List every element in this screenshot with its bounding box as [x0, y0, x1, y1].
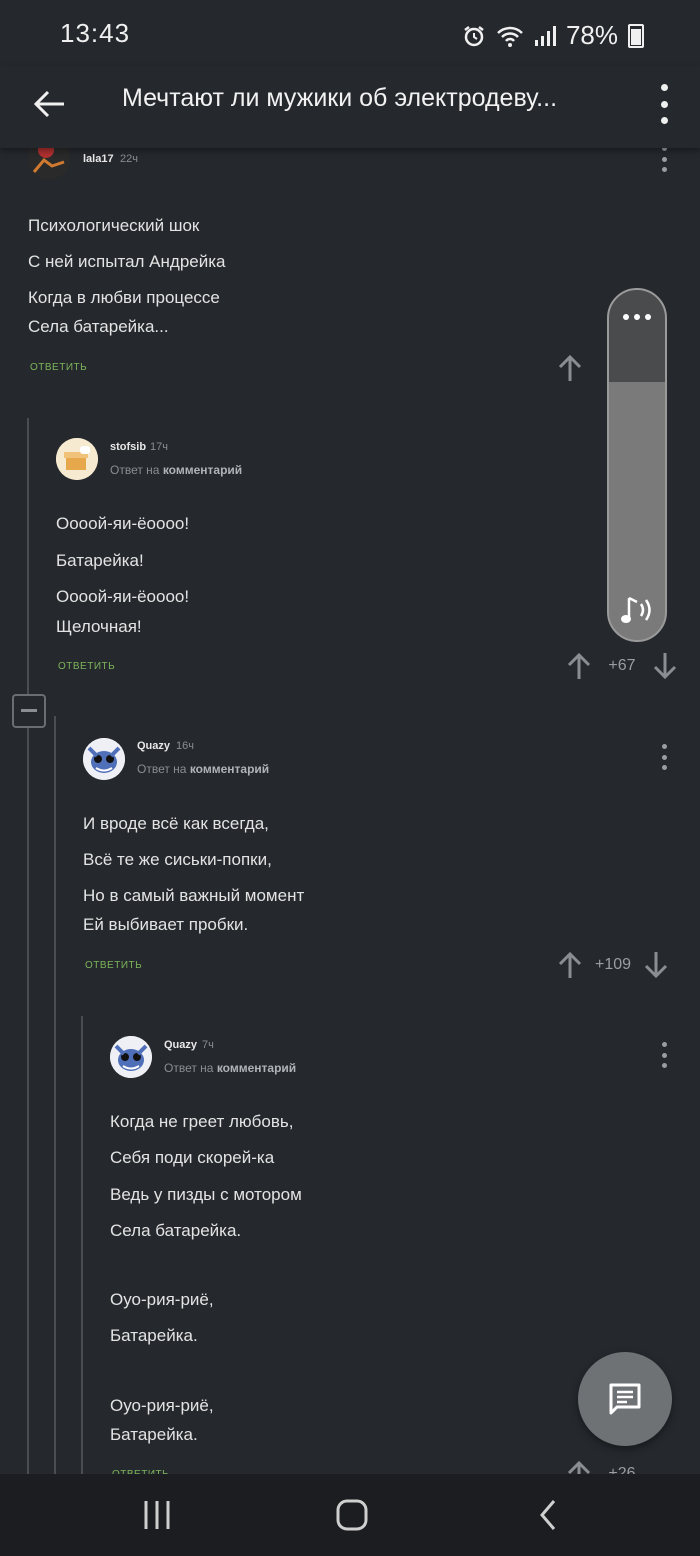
comment-menu-button[interactable]	[660, 1042, 668, 1068]
status-icons: 78%	[462, 20, 644, 51]
comment-line: Всё те же сиськи-попки,	[83, 850, 272, 869]
reply-to: Ответ на комментарий	[110, 463, 242, 477]
comment-line: Ведь у пизды с мотором	[110, 1185, 302, 1204]
reply-to-link[interactable]: комментарий	[190, 762, 269, 776]
comment-line: С ней испытал Андрейка	[28, 252, 226, 271]
reply-to-prefix: Ответ на	[137, 762, 187, 776]
vote-bar: +67	[566, 652, 678, 680]
music-note-icon[interactable]	[619, 594, 657, 628]
more-options-button[interactable]	[658, 84, 670, 124]
comment-time: 17ч	[150, 441, 168, 453]
comment-author[interactable]: Quazy	[137, 740, 170, 752]
comment-line: Щелочная!	[56, 617, 142, 636]
reply-to-link[interactable]: комментарий	[217, 1061, 296, 1075]
comment-line: Ей выбивает пробки.	[83, 915, 249, 934]
comment-author[interactable]: Quazy	[164, 1039, 197, 1051]
avatar[interactable]	[110, 1036, 152, 1078]
comment-fab-button[interactable]	[578, 1352, 672, 1446]
comment-line: Оуо-рия-риё,	[110, 1396, 214, 1415]
comment-author[interactable]: stofsib	[110, 441, 146, 453]
reply-to-prefix: Ответ на	[164, 1061, 214, 1075]
comment-score: +109	[594, 956, 632, 973]
reply-to-link[interactable]: комментарий	[163, 463, 242, 477]
back-nav-icon[interactable]	[536, 1498, 562, 1532]
comment-line: Села батарейка...	[28, 317, 169, 336]
thread-line	[27, 728, 29, 1474]
comment-score: +67	[608, 657, 636, 674]
volume-more-button[interactable]	[623, 314, 651, 320]
comment-time: 16ч	[176, 740, 194, 752]
page-title: Мечтают ли мужики об электродеву...	[122, 84, 558, 112]
comment-icon	[609, 1383, 641, 1415]
status-bar: 13:43 78%	[0, 0, 700, 66]
comment-line: Батарейка!	[56, 551, 144, 570]
comment-line: Oooой-яи-ёoooo!	[56, 587, 190, 606]
back-button[interactable]	[30, 84, 70, 124]
comment-line: Но в самый важный момент	[83, 886, 305, 905]
wifi-icon	[497, 26, 523, 47]
arrow-left-icon	[33, 90, 64, 118]
comment-line: Батарейка.	[110, 1425, 198, 1444]
battery-icon	[628, 23, 644, 48]
arrow-up-icon[interactable]	[557, 354, 583, 382]
app-bar: Мечтают ли мужики об электродеву...	[0, 66, 700, 148]
comment-line: Когда не греет любовь,	[110, 1112, 294, 1131]
comment-line: И вроде всё как всегда,	[83, 814, 269, 833]
avatar[interactable]	[83, 738, 125, 780]
comment-line: Села батарейка.	[110, 1221, 242, 1240]
reply-to-prefix: Ответ на	[110, 463, 160, 477]
volume-panel[interactable]	[607, 288, 667, 642]
arrow-down-icon[interactable]	[652, 652, 678, 680]
comment-line: Батарейка.	[110, 1326, 198, 1345]
alarm-icon	[464, 25, 484, 46]
arrow-down-icon[interactable]	[643, 951, 669, 979]
comment-line: Себя поди скорей-ка	[110, 1148, 275, 1167]
status-time: 13:43	[60, 18, 131, 48]
thread-line	[54, 716, 56, 1474]
reply-link[interactable]: ОТВЕТИТЬ	[58, 661, 115, 672]
comment-time: 7ч	[202, 1039, 214, 1051]
arrow-up-icon[interactable]	[566, 652, 592, 680]
comment-time: 22ч	[120, 153, 138, 165]
reply-to: Ответ на комментарий	[164, 1061, 296, 1075]
battery-percent: 78%	[565, 20, 618, 50]
comment-menu-button[interactable]	[660, 744, 668, 770]
thread-line	[81, 1016, 83, 1474]
thread-line	[27, 418, 29, 694]
arrow-up-icon[interactable]	[557, 951, 583, 979]
comment-menu-button[interactable]	[660, 146, 668, 172]
system-nav-bar	[0, 1474, 700, 1556]
signal-icon	[534, 25, 556, 46]
reply-to: Ответ на комментарий	[137, 762, 269, 776]
comment-line: Оуо-рия-риё,	[110, 1290, 214, 1309]
vote-bar: +109	[557, 951, 669, 979]
volume-empty-track	[609, 290, 665, 382]
home-icon[interactable]	[335, 1498, 369, 1532]
reply-link[interactable]: ОТВЕТИТЬ	[30, 362, 87, 373]
comment-line: Когда в любви процессе	[28, 288, 220, 307]
collapse-thread-button[interactable]	[12, 694, 46, 728]
recent-apps-icon[interactable]	[142, 1498, 172, 1532]
comment-author[interactable]: lala17	[83, 153, 114, 165]
reply-link[interactable]: ОТВЕТИТЬ	[85, 960, 142, 971]
avatar[interactable]	[56, 438, 98, 480]
comment-line: Oooой-яи-ёoooo!	[56, 514, 190, 533]
comment-line: Психологический шок	[28, 216, 200, 235]
